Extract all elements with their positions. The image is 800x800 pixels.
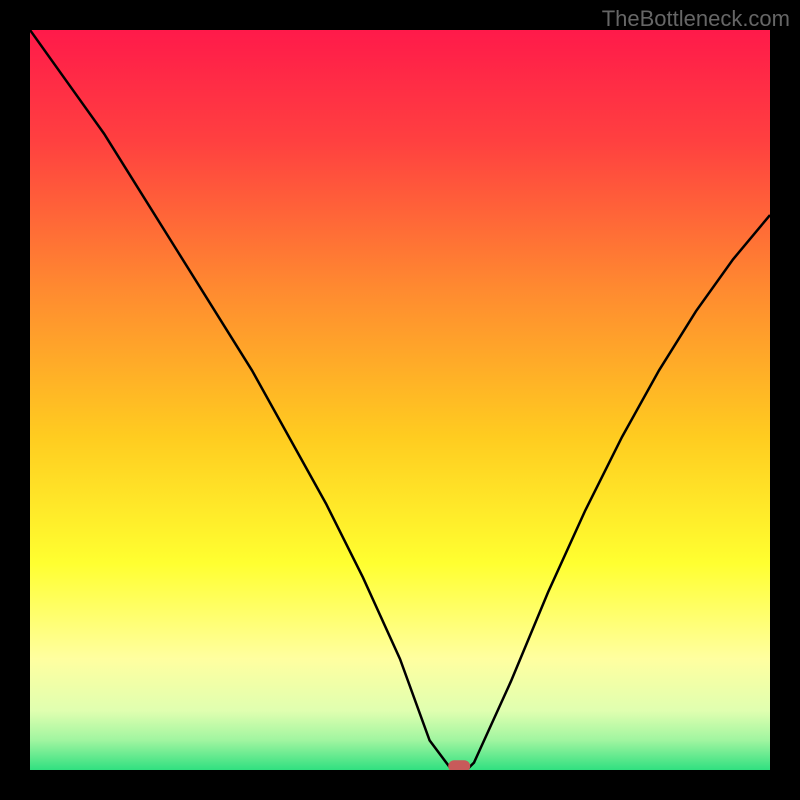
- optimal-marker: [448, 760, 470, 770]
- chart-svg: [30, 30, 770, 770]
- bottleneck-chart: [30, 30, 770, 770]
- watermark-text: TheBottleneck.com: [602, 6, 790, 32]
